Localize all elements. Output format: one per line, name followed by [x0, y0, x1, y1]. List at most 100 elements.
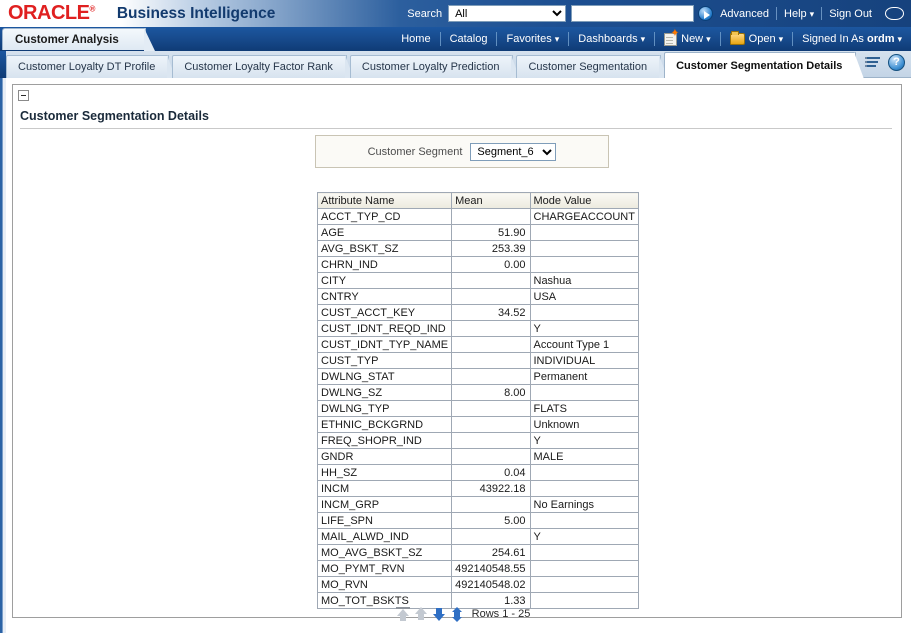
- table-row: CUST_TYP INDIVIDUAL: [318, 353, 639, 369]
- collapse-minus-icon[interactable]: [18, 90, 29, 101]
- column-header-mean[interactable]: Mean: [452, 193, 530, 209]
- table-row: AGE51.90: [318, 225, 639, 241]
- tab-customer-loyalty-factor-rank[interactable]: Customer Loyalty Factor Rank: [172, 55, 347, 78]
- page-body: Customer Segmentation Details Customer S…: [0, 78, 911, 633]
- nav-item-label: Favorites: [506, 33, 551, 45]
- cell-mean: [452, 417, 530, 433]
- nav-item-favorites[interactable]: Favorites ▾: [497, 27, 568, 51]
- search-scope-select[interactable]: All: [448, 5, 566, 22]
- table-row: MAIL_ALWD_INDY: [318, 529, 639, 545]
- arrow-head-down: [452, 617, 462, 622]
- table-row: CNTRYUSA: [318, 289, 639, 305]
- cell-mode-value: [530, 305, 638, 321]
- previous-page-up-arrow-icon[interactable]: [414, 607, 428, 622]
- sign-out-link[interactable]: Sign Out: [822, 8, 879, 20]
- table-row: CITYNashua: [318, 273, 639, 289]
- show-all-rows-updown-arrow-icon[interactable]: [450, 607, 464, 622]
- cell-attribute-name: MO_PYMT_RVN: [318, 561, 452, 577]
- column-header-mode-value[interactable]: Mode Value: [530, 193, 638, 209]
- cell-mode-value: Unknown: [530, 417, 638, 433]
- nav-divider: [720, 32, 721, 46]
- customer-segment-select[interactable]: Segment_6: [470, 143, 556, 161]
- nav-item-label: Open: [749, 33, 776, 45]
- table-row: INCM43922.18: [318, 481, 639, 497]
- cell-attribute-name: INCM_GRP: [318, 497, 452, 513]
- table-row: DWLNG_STAT Permanent: [318, 369, 639, 385]
- help-menu-link[interactable]: Help▾: [777, 8, 821, 20]
- cell-mean: [452, 353, 530, 369]
- cell-mode-value: Account Type 1: [530, 337, 638, 353]
- help-icon[interactable]: ?: [888, 54, 905, 71]
- table-row: MO_PYMT_RVN492140548.55: [318, 561, 639, 577]
- table-row: DWLNG_SZ8.00: [318, 385, 639, 401]
- cell-mode-value: Permanent: [530, 369, 638, 385]
- cell-mean: [452, 289, 530, 305]
- table-head: Attribute Name Mean Mode Value: [318, 193, 639, 209]
- page-options-icon[interactable]: [866, 54, 883, 71]
- tab-customer-loyalty-dt-profile[interactable]: Customer Loyalty DT Profile: [6, 55, 169, 78]
- table-row: LIFE_SPN5.00: [318, 513, 639, 529]
- table-body: ACCT_TYP_CDCHARGEACCOUNTAGE51.90AVG_BSKT…: [318, 209, 639, 609]
- cell-mode-value: [530, 385, 638, 401]
- cell-mean: 43922.18: [452, 481, 530, 497]
- tab-label: Customer Loyalty Factor Rank: [184, 61, 333, 73]
- chevron-down-icon: ▾: [555, 34, 560, 45]
- arrow-stem: [400, 615, 406, 621]
- page-options-line: [867, 61, 878, 63]
- next-page-down-arrow-icon[interactable]: [432, 607, 446, 622]
- nav-divider: [440, 32, 441, 46]
- help-menu-label: Help: [784, 8, 807, 20]
- tab-customer-segmentation[interactable]: Customer Segmentation: [516, 55, 661, 78]
- oracle-logo-trademark: ®: [89, 4, 94, 13]
- product-title: Business Intelligence: [117, 5, 276, 23]
- nav-item-home[interactable]: Home: [392, 27, 439, 51]
- first-page-up-arrow-icon[interactable]: [396, 607, 410, 622]
- cell-mode-value: INDIVIDUAL: [530, 353, 638, 369]
- user-avatar-icon: [885, 7, 904, 20]
- rows-range-label: Rows 1 - 25: [472, 608, 531, 620]
- signed-in-user: ordm: [867, 33, 895, 45]
- table-row: CUST_IDNT_REQD_INDY: [318, 321, 639, 337]
- cell-mean: [452, 273, 530, 289]
- chevron-down-icon: ▾: [779, 34, 784, 45]
- search-input-wrap[interactable]: [571, 5, 694, 22]
- table-row: ACCT_TYP_CDCHARGEACCOUNT: [318, 209, 639, 225]
- nav-item-label: Home: [401, 33, 430, 45]
- cell-mean: 0.00: [452, 257, 530, 273]
- nav-item-label: Dashboards: [578, 33, 637, 45]
- page-options-bullet: [865, 65, 867, 67]
- page-title: Customer Segmentation Details: [20, 109, 892, 129]
- oracle-bi-page: ORACLE® Business Intelligence Search All…: [0, 0, 911, 633]
- nav-item-new[interactable]: New▾: [655, 27, 720, 51]
- cell-attribute-name: AGE: [318, 225, 452, 241]
- cell-mode-value: Y: [530, 529, 638, 545]
- table-row: CUST_IDNT_TYP_NAMEAccount Type 1: [318, 337, 639, 353]
- tab-customer-loyalty-prediction[interactable]: Customer Loyalty Prediction: [350, 55, 514, 78]
- nav-item-open[interactable]: Open▾: [721, 27, 792, 51]
- cell-mode-value: Y: [530, 321, 638, 337]
- table-row: HH_SZ0.04: [318, 465, 639, 481]
- cell-mode-value: [530, 513, 638, 529]
- nav-item-catalog[interactable]: Catalog: [441, 27, 497, 51]
- search-go-icon[interactable]: [698, 6, 713, 21]
- signed-in-as[interactable]: Signed In As ordm▾: [793, 27, 911, 51]
- advanced-search-link[interactable]: Advanced: [713, 8, 776, 20]
- cell-mean: 5.00: [452, 513, 530, 529]
- cell-mean: 492140548.55: [452, 561, 530, 577]
- tab-label: Customer Segmentation Details: [676, 60, 842, 72]
- page-options-line: [867, 65, 876, 67]
- column-header-attribute-name[interactable]: Attribute Name: [318, 193, 452, 209]
- cell-attribute-name: CUST_TYP: [318, 353, 452, 369]
- cell-mean: [452, 321, 530, 337]
- cell-attribute-name: HH_SZ: [318, 465, 452, 481]
- page-options-line: [867, 57, 880, 59]
- cell-attribute-name: GNDR: [318, 449, 452, 465]
- cell-mode-value: [530, 481, 638, 497]
- nav-item-dashboards[interactable]: Dashboards▾: [569, 27, 654, 51]
- dashboard-name-tab[interactable]: Customer Analysis: [2, 28, 146, 50]
- cell-attribute-name: DWLNG_STAT: [318, 369, 452, 385]
- tab-customer-segmentation-details[interactable]: Customer Segmentation Details: [664, 52, 856, 78]
- cell-attribute-name: MO_RVN: [318, 577, 452, 593]
- search-input[interactable]: [572, 6, 693, 21]
- cell-mean: 34.52: [452, 305, 530, 321]
